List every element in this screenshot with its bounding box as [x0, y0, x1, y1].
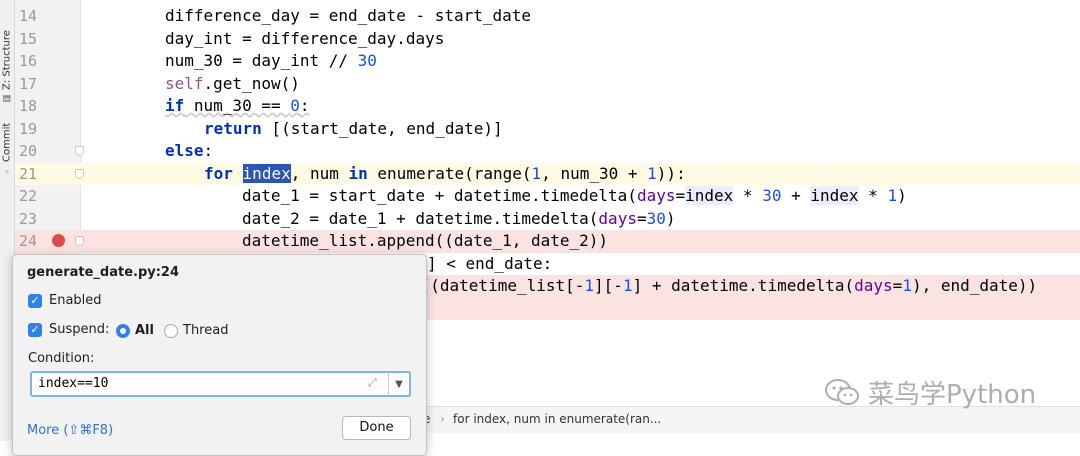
line-number: 24	[18, 232, 37, 250]
condition-label: Condition:	[28, 351, 95, 366]
history-dropdown-button[interactable]: ▼	[388, 373, 409, 395]
wechat-icon	[825, 379, 859, 405]
code-line-breakpoint: 24 datetime_list.append((date_1, date_2)…	[15, 230, 1080, 253]
popup-title: generate_date.py:24	[27, 265, 180, 280]
code-text[interactable]: if num_30 == 0:	[165, 95, 310, 118]
code-line-breakpoint-tail	[425, 297, 1080, 320]
line-number: 16	[18, 52, 37, 70]
more-link[interactable]: More (⇧⌘F8)	[27, 423, 113, 438]
suspend-checkbox[interactable]: ✓	[28, 323, 42, 337]
code-text[interactable]: difference_day = end_date - start_date	[165, 5, 531, 28]
line-number: 21	[18, 164, 37, 183]
code-line: 22 date_1 = start_date + datetime.timede…	[15, 185, 1080, 208]
suspend-thread-radio[interactable]	[164, 324, 178, 338]
check-icon: ✓	[30, 323, 40, 336]
code-line: 16 num_30 = day_int // 30	[15, 50, 1080, 73]
suspend-thread-label: Thread	[183, 323, 229, 338]
code-text[interactable]: ] < end_date:	[427, 253, 552, 276]
line-number: 14	[18, 7, 37, 25]
done-button[interactable]: Done	[342, 416, 411, 440]
code-text[interactable]: for index, num in enumerate(range(1, num…	[204, 163, 686, 186]
suspend-all-label: All	[135, 323, 154, 338]
watermark: 菜鸟学Python	[824, 372, 1046, 412]
enabled-checkbox[interactable]: ✓	[28, 294, 42, 308]
commit-tab-label: Commit	[1, 122, 13, 163]
structure-tab-label: Z: Structure	[1, 30, 13, 91]
line-number: 15	[18, 29, 37, 48]
expand-editor-icon[interactable]: ⤢	[368, 376, 377, 390]
code-line: 15 day_int = difference_day.days	[15, 28, 1080, 51]
code-text[interactable]: else:	[165, 140, 213, 163]
code-line: 19 return [(start_date, end_date)]	[15, 118, 1080, 141]
breakpoint-icon[interactable]	[52, 234, 65, 247]
code-text[interactable]: return [(start_date, end_date)]	[204, 118, 503, 141]
code-text[interactable]: day_int = difference_day.days	[165, 28, 444, 51]
commit-tool-tab[interactable]: ◦ Commit	[0, 118, 14, 180]
suspend-all-radio[interactable]	[116, 324, 130, 338]
structure-tool-tab[interactable]: ▤ Z: Structure	[0, 28, 14, 106]
line-number: 23	[18, 209, 37, 228]
commit-icon: ◦	[2, 165, 12, 176]
suspend-label: Suspend:	[49, 322, 110, 337]
code-text[interactable]: date_2 = date_1 + datetime.timedelta(day…	[242, 208, 676, 231]
breadcrumb-item[interactable]: for index, num in enumerate(ran...	[453, 412, 661, 426]
condition-input[interactable]	[38, 373, 358, 395]
chevron-down-icon: ▼	[395, 378, 403, 390]
check-icon: ✓	[30, 294, 40, 307]
enabled-label: Enabled	[49, 293, 102, 308]
code-line: 18 if num_30 == 0:	[15, 95, 1080, 118]
fold-marker-icon[interactable]	[75, 168, 84, 179]
line-number: 17	[18, 74, 37, 93]
structure-icon: ▤	[2, 93, 12, 104]
breakpoint-popup: generate_date.py:24 ✓ Enabled ✓ Suspend:…	[12, 254, 427, 456]
code-text[interactable]: date_1 = start_date + datetime.timedelta…	[242, 185, 907, 208]
code-text[interactable]: self.get_now()	[165, 73, 300, 96]
line-number: 22	[18, 187, 37, 205]
line-number: 20	[18, 142, 37, 160]
line-number: 18	[18, 97, 37, 115]
fold-marker-icon[interactable]	[75, 146, 84, 156]
watermark-text: 菜鸟学Python	[868, 379, 1037, 410]
code-text[interactable]: datetime_list.append((date_1, date_2))	[242, 230, 608, 253]
line-number: 19	[18, 119, 37, 138]
code-line: 17 self.get_now()	[15, 73, 1080, 96]
code-line: 14 difference_day = end_date - start_dat…	[15, 5, 1080, 28]
fold-marker-icon[interactable]	[75, 236, 84, 246]
condition-field[interactable]: ⤢ ▼	[30, 371, 411, 397]
code-text[interactable]: num_30 = day_int // 30	[165, 50, 377, 73]
breadcrumb-separator-icon: ›	[440, 412, 445, 426]
code-text[interactable]: d((datetime_list[-1][-1] + datetime.time…	[411, 275, 1037, 298]
code-line: 20 else:	[15, 140, 1080, 163]
code-line: 23 date_2 = date_1 + datetime.timedelta(…	[15, 208, 1080, 231]
code-line-current: 21 for index, num in enumerate(range(1, …	[15, 162, 1080, 186]
